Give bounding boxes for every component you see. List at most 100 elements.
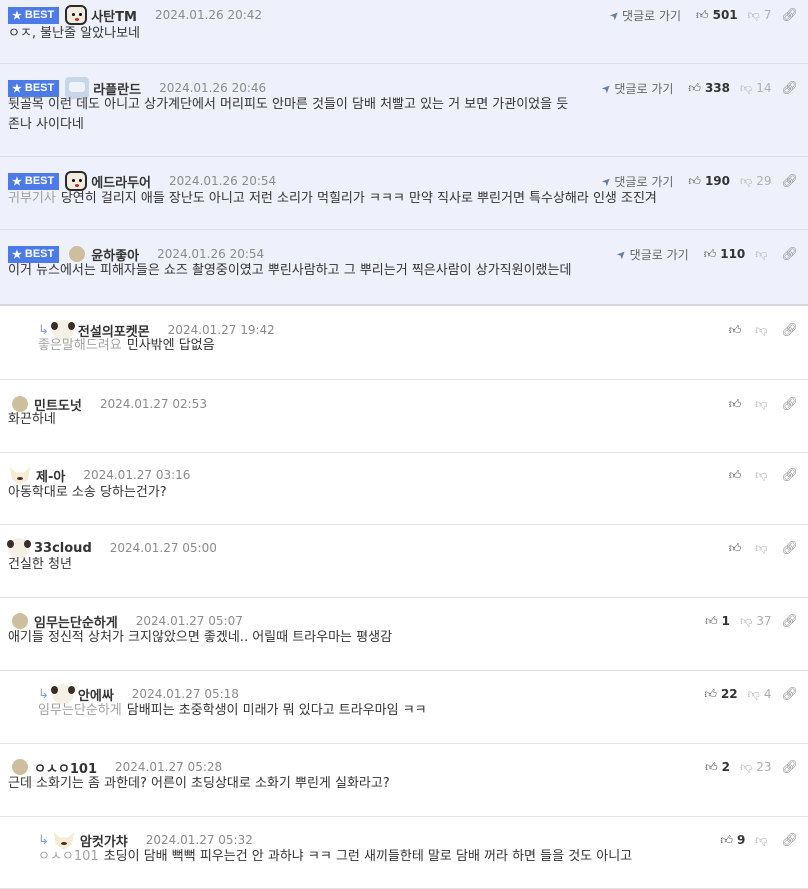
comment: 제-아 2024.01.27 03:16 👍︎ 👎︎ 🔗︎ 아동학대로 소송 당하는건가? <box>0 453 808 525</box>
comment-text: 뒷골목 이런 데도 아니고 상가계단에서 머리피도 안마른 것들이 담배 처빨고… <box>8 97 569 112</box>
upvote-button[interactable]: 👍︎ <box>729 323 746 338</box>
best-comment: ★ BEST 윤하좋아 2024.01.26 20:54 ➤ 댓글로 가기 👍︎ 110 👎︎ 🔗… <box>0 230 808 306</box>
downvote-button[interactable]: 👎︎ 14 <box>740 81 771 96</box>
downvote-button[interactable]: 👎︎ 37 <box>740 614 771 629</box>
go-to-reply-link[interactable]: ➤ 댓글로 가기 <box>607 7 681 24</box>
share-link-icon[interactable]: 🔗︎ <box>781 8 798 23</box>
upvote-button[interactable]: 👍︎ <box>729 468 746 483</box>
author-nickname[interactable]: 에드라두어 <box>91 172 151 191</box>
comment-body: ㅇㅅㅇ101 초딩이 담배 뻑뻑 피우는건 안 과하냐 ㅋㅋ 그런 새끼들한테 말… <box>38 847 632 867</box>
comment-actions: 👍︎ 👎︎ 🔗︎ <box>729 389 808 419</box>
comment-body: 좋은말해드려요 민사밖엔 답없음 <box>38 336 215 356</box>
upvote-count: 190 <box>704 174 731 188</box>
author-nickname[interactable]: 제-아 <box>36 466 65 485</box>
thumbs-up-icon: 👍︎ <box>705 759 718 774</box>
thumbs-down-icon: 👎︎ <box>740 613 753 628</box>
send-arrow-icon: ➤ <box>598 173 615 189</box>
share-link-icon[interactable]: 🔗︎ <box>781 833 798 848</box>
share-link-icon[interactable]: 🔗︎ <box>781 687 798 702</box>
downvote-button[interactable]: 👎︎ 4 <box>748 687 772 702</box>
best-label: BEST <box>24 248 55 260</box>
comment-actions: 👍︎ 2 👎︎ 23 🔗︎ <box>705 752 808 782</box>
comment-body: 이거 뉴스에서는 피해자들은 쇼즈 촬영중이였고 뿌린사람하고 그 뿌리는거 찍… <box>8 261 571 281</box>
comment-text: 이거 뉴스에서는 피해자들은 쇼즈 촬영중이였고 뿌린사람하고 그 뿌리는거 찍… <box>8 263 572 278</box>
thumbs-up-icon: 👍︎ <box>705 613 718 628</box>
comment-body: 근데 소화기는 좀 과한데? 어른이 초딩상대로 소화기 뿌린게 실화라고? <box>8 774 390 794</box>
downvote-button[interactable]: 👎︎ <box>755 541 771 556</box>
downvote-button[interactable]: 👎︎ <box>755 397 771 412</box>
comment-timestamp: 2024.01.27 03:16 <box>83 468 191 482</box>
share-link-icon[interactable]: 🔗︎ <box>781 397 798 412</box>
comment-timestamp: 2024.01.27 05:32 <box>145 833 253 847</box>
comment-actions: 👍︎ 👎︎ 🔗︎ <box>729 533 808 563</box>
share-link-icon[interactable]: 🔗︎ <box>781 247 798 262</box>
comment-body: ㅇㅈ, 불난줄 알았나보네 <box>8 24 140 44</box>
downvote-button[interactable]: 👎︎ 23 <box>740 760 771 775</box>
best-label: BEST <box>24 82 55 94</box>
mentioned-user[interactable]: ㅇㅅㅇ101 <box>38 849 99 864</box>
comment: 민트도넛 2024.01.27 02:53 👍︎ 👎︎ 🔗︎ 화끈하네 <box>0 380 808 453</box>
thumbs-down-icon: 👎︎ <box>740 173 753 188</box>
upvote-button[interactable]: 👍︎ 2 <box>705 760 730 775</box>
share-link-icon[interactable]: 🔗︎ <box>781 614 798 629</box>
share-link-icon[interactable]: 🔗︎ <box>781 541 798 556</box>
avatar[interactable] <box>69 246 86 262</box>
send-arrow-icon: ➤ <box>614 246 630 262</box>
comment-body: 귀부기사 당연히 걸리지 애들 장난도 아니고 저런 소리가 먹힐리가 ㅋㅋㅋ 만… <box>8 189 657 209</box>
best-badge: ★ BEST <box>8 79 60 97</box>
thumbs-down-icon: 👎︎ <box>747 7 760 22</box>
share-link-icon[interactable]: 🔗︎ <box>781 468 798 483</box>
downvote-button[interactable]: 👎︎ <box>755 468 771 483</box>
best-comment: ★ BEST 에드라두어 2024.01.26 20:54 ➤ 댓글로 가기 👍︎ 190 👎︎… <box>0 157 808 230</box>
downvote-button[interactable]: 👎︎ <box>755 247 771 262</box>
upvote-button[interactable]: 👍︎ 110 <box>704 247 746 262</box>
upvote-button[interactable]: 👍︎ 190 <box>688 174 730 189</box>
thumbs-up-icon: 👍︎ <box>728 540 742 555</box>
downvote-button[interactable]: 👎︎ <box>755 833 771 848</box>
avatar[interactable] <box>65 5 88 25</box>
author-nickname[interactable]: 33cloud <box>34 541 92 556</box>
thumbs-up-icon: 👍︎ <box>728 322 742 337</box>
downvote-count: 4 <box>763 687 772 701</box>
upvote-button[interactable]: 👍︎ <box>729 541 746 556</box>
go-to-reply-link[interactable]: ➤ 댓글로 가기 <box>598 173 674 190</box>
downvote-button[interactable]: 👎︎ <box>755 323 771 338</box>
best-comment: ★ BEST 사탄TM 2024.01.26 20:42 ➤ 댓글로 가기 👍︎ 501 👎︎ 7… <box>0 0 808 64</box>
comment: ㅇㅅㅇ101 2024.01.27 05:28 👍︎ 2 👎︎ 23 🔗︎ 근데 소화기는 좀… <box>0 744 808 817</box>
share-link-icon[interactable]: 🔗︎ <box>781 81 798 96</box>
avatar[interactable] <box>12 613 28 629</box>
thumbs-down-icon: 👎︎ <box>747 686 760 701</box>
comment-actions: ➤ 댓글로 가기 👍︎ 110 👎︎ 🔗︎ <box>614 239 808 269</box>
thumbs-down-icon: 👎︎ <box>740 759 753 774</box>
thumbs-down-icon: 👎︎ <box>755 540 768 555</box>
comment: 임무는단순하게 2024.01.27 05:07 👍︎ 1 👎︎ 37 🔗︎ 애기들 정신적 … <box>0 598 808 671</box>
mentioned-user[interactable]: 귀부기사 <box>8 191 56 206</box>
thumbs-down-icon: 👎︎ <box>755 832 768 847</box>
comment-timestamp: 2024.01.27 05:18 <box>131 687 239 701</box>
comment-text: 애기들 정신적 상처가 크지않았으면 좋겠네.. 어릴때 트라우마는 평생감 <box>8 630 393 645</box>
go-to-reply-label: 댓글로 가기 <box>614 174 674 189</box>
go-to-reply-link[interactable]: ➤ 댓글로 가기 <box>599 80 673 97</box>
comment-timestamp: 2024.01.27 05:07 <box>135 614 243 628</box>
comment-body: 아동학대로 소송 당하는건가? <box>8 483 167 503</box>
author-nickname[interactable]: 사탄TM <box>91 6 137 25</box>
upvote-button[interactable]: 👍︎ 338 <box>688 81 730 96</box>
share-link-icon[interactable]: 🔗︎ <box>781 760 798 775</box>
mentioned-user[interactable]: 임무는단순하게 <box>38 703 122 718</box>
share-link-icon[interactable]: 🔗︎ <box>781 174 798 189</box>
downvote-button[interactable]: 👎︎ 29 <box>740 174 771 189</box>
comment-body: 건실한 청년 <box>8 555 72 575</box>
upvote-button[interactable]: 👍︎ 501 <box>696 8 738 23</box>
upvote-button[interactable]: 👍︎ 9 <box>720 833 745 848</box>
thumbs-up-icon: 👍︎ <box>703 246 717 261</box>
mentioned-user[interactable]: 좋은말해드려요 <box>38 338 122 353</box>
upvote-button[interactable]: 👍︎ <box>729 397 746 412</box>
avatar[interactable] <box>65 171 88 191</box>
downvote-button[interactable]: 👎︎ 7 <box>748 8 772 23</box>
best-comment: ★ BEST 라플란드 2024.01.26 20:46 ➤ 댓글로 가기 👍︎ 338 👎︎ 1… <box>0 64 808 157</box>
share-link-icon[interactable]: 🔗︎ <box>781 323 798 338</box>
go-to-reply-link[interactable]: ➤ 댓글로 가기 <box>614 246 688 263</box>
avatar[interactable] <box>12 759 28 775</box>
upvote-button[interactable]: 👍︎ 1 <box>705 614 730 629</box>
upvote-button[interactable]: 👍︎ 22 <box>704 687 737 702</box>
